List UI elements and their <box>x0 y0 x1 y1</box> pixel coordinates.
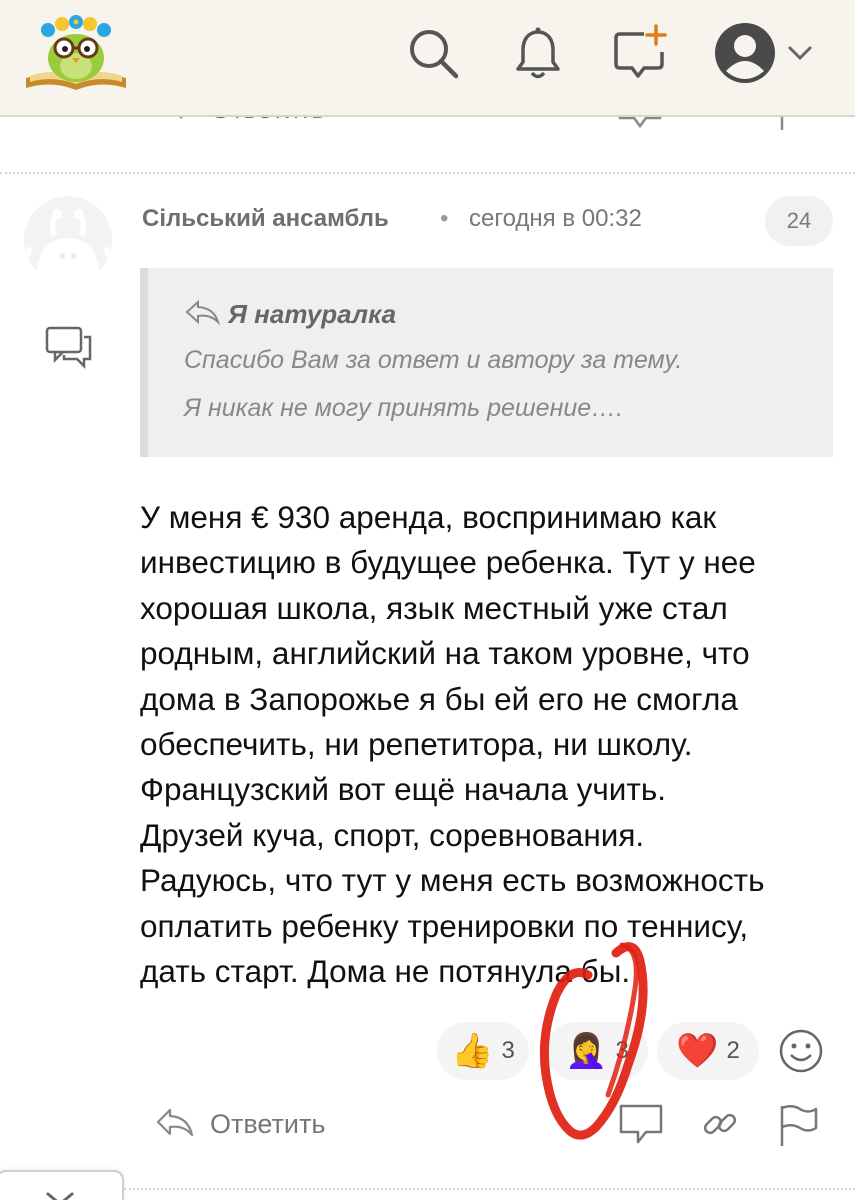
reaction-count: 3 <box>501 1037 515 1064</box>
quote-author[interactable]: Я натуралка <box>228 299 396 330</box>
body-line: дать старт. Дома не потянула бы. <box>140 953 631 990</box>
body-line: хорошая школа, язык местный уже стал <box>140 589 728 626</box>
post-separator <box>0 172 855 174</box>
chevron-down-icon[interactable] <box>780 22 820 84</box>
site-logo[interactable] <box>22 12 130 94</box>
heart-icon: ❤️ <box>676 1032 719 1070</box>
bell-icon[interactable] <box>507 22 569 84</box>
chevron-down-icon <box>44 1188 76 1200</box>
post-date[interactable]: сегодня в 00:32 <box>469 205 642 233</box>
body-line: Радуюсь, что тут у меня есть возможность <box>140 862 765 899</box>
author-avatar[interactable] <box>24 196 112 284</box>
quote-header: Я натуралка <box>184 298 396 331</box>
reply-label: Ответить <box>210 1109 326 1139</box>
user-avatar-icon[interactable] <box>712 20 778 86</box>
post-body: У меня € 930 аренда, воспринимаю как инв… <box>140 495 840 994</box>
flag-icon[interactable] <box>776 1102 820 1153</box>
body-line: У меня € 930 аренда, воспринимаю как <box>140 499 717 535</box>
quote-text-line: Спасибо Вам за ответ и автору за тему. <box>184 346 683 374</box>
body-line: Друзей куча, спорт, соревнования. <box>140 816 645 853</box>
quote-text-line: Я никак не могу принять решение…. <box>184 394 624 422</box>
collapse-tab[interactable] <box>0 1170 124 1200</box>
quoted-post[interactable]: Я натуралка Спасибо Вам за ответ и автор… <box>140 268 833 457</box>
meta-separator: • <box>440 205 449 232</box>
thumbs-up-icon: 👍 <box>451 1032 494 1070</box>
post-author[interactable]: Сільський ансамбль <box>142 205 389 233</box>
search-icon[interactable] <box>402 22 464 84</box>
body-line: дома в Запорожье я бы ей его не смогла <box>140 680 738 717</box>
chat-icon[interactable] <box>44 325 94 374</box>
post-separator <box>124 1188 855 1190</box>
top-header <box>0 0 855 117</box>
reaction-thumbs-up[interactable]: 👍 3 <box>437 1022 529 1080</box>
body-line: обеспечить, ни репетитора, ни школу. <box>140 726 693 763</box>
add-reaction-smiley-icon[interactable] <box>778 1028 824 1079</box>
reaction-heart[interactable]: ❤️ 2 <box>657 1022 759 1080</box>
reply-arrow-icon <box>154 1105 196 1144</box>
body-line: родным, английский на таком уровне, что <box>140 635 750 672</box>
body-line: инвестицию в будущее ребенка. Тут у нее <box>140 544 756 581</box>
body-line: оплатить ребенку тренировки по теннису, <box>140 907 749 944</box>
red-circle-annotation <box>539 942 648 1140</box>
new-message-icon[interactable] <box>610 22 672 84</box>
link-icon[interactable] <box>700 1102 740 1151</box>
reaction-count: 2 <box>726 1037 740 1064</box>
post-number-badge[interactable]: 24 <box>765 196 833 246</box>
reply-arrow-icon <box>184 298 222 331</box>
reply-button[interactable]: Ответить <box>154 1105 325 1144</box>
body-line: Французский вот ещё начала учить. <box>140 771 666 808</box>
